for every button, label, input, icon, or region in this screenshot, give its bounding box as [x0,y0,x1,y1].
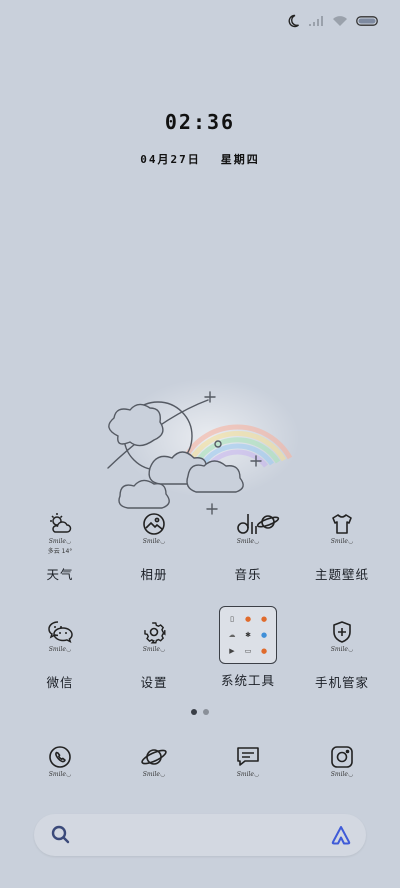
app-gallery[interactable]: Smile◡ 相册 [109,510,199,583]
app-label: 微信 [46,675,74,690]
icon-caption: Smile◡ [330,646,354,653]
weather-icon [50,513,72,533]
shield-icon [333,621,351,643]
wechat-icon [48,621,73,643]
app-mini-icon: ▯ [230,615,234,623]
icon-caption: Smile◡ [330,771,354,778]
app-mini-icon: ✱ [245,631,251,639]
app-mini-icon: ▶ [229,647,235,655]
status-bar [286,14,378,28]
planet-icon [141,749,167,765]
search-bar[interactable] [34,814,366,856]
dock-camera[interactable]: Smile◡ [312,745,372,778]
folder-icon: ▯ ● ● ☁ ✱ ● ▶ ▭ ● [219,606,277,664]
app-label: 设置 [140,675,168,690]
battery-icon [356,16,378,26]
icon-caption: Smile◡ [142,538,166,545]
wallpaper-illustration [107,378,300,515]
folder-system-tools[interactable]: ▯ ● ● ☁ ✱ ● ▶ ▭ ● 系统工具 [203,606,293,689]
app-mini-icon: ● [260,647,268,655]
page-dot-active[interactable] [191,709,197,715]
app-mini-icon: ▭ [244,647,252,655]
phone-icon [49,746,71,768]
date-text: 04月27日 [140,153,201,166]
page-indicator[interactable] [0,709,400,715]
weather-mini-text: 多云 14° [47,548,73,555]
icon-caption: Smile◡ [236,538,260,545]
icon-caption: Smile◡ [48,771,72,778]
camera-icon [331,746,353,768]
moon-icon [288,14,299,28]
icon-caption: Smile◡ [48,538,72,545]
app-mini-icon: ● [244,615,252,623]
app-label: 音乐 [234,567,262,582]
app-phone-manager[interactable]: Smile◡ 手机管家 [297,618,387,691]
icon-caption: Smile◡ [48,646,72,653]
wifi-icon [333,16,347,26]
icon-caption: Smile◡ [236,771,260,778]
icon-caption: Smile◡ [142,771,166,778]
music-icon [237,514,280,534]
tshirt-icon [332,514,352,534]
app-mini-icon: ● [260,631,268,639]
weekday-text: 星期四 [220,153,260,166]
gear-icon [144,622,166,644]
app-label: 天气 [46,567,74,582]
gallery-icon [143,513,165,535]
icon-caption: Smile◡ [142,646,166,653]
app-settings[interactable]: Smile◡ 设置 [109,618,199,691]
date-row: 04月27日 星期四 [0,151,400,167]
app-weather[interactable]: Smile◡ 多云 14° 天气 [15,510,105,583]
clock-time[interactable]: 02:36 [0,110,400,134]
app-mini-icon: ☁ [228,631,236,639]
app-music[interactable]: Smile◡ 音乐 [203,510,293,583]
app-label: 主题壁纸 [314,567,369,582]
ai-assistant-icon[interactable] [330,825,352,845]
dock-browser[interactable]: Smile◡ [124,745,184,778]
search-icon[interactable] [50,824,72,846]
app-label: 相册 [140,567,168,582]
page-dot[interactable] [203,709,209,715]
signal-icon [309,16,323,26]
app-mini-icon: ● [260,615,268,623]
message-icon [237,747,259,766]
app-label: 系统工具 [220,673,275,688]
app-label: 手机管家 [314,675,369,690]
app-wechat[interactable]: Smile◡ 微信 [15,618,105,691]
app-theme[interactable]: Smile◡ 主题壁纸 [297,510,387,583]
icon-caption: Smile◡ [330,538,354,545]
dock-messages[interactable]: Smile◡ [218,745,278,778]
dock-phone[interactable]: Smile◡ [30,745,90,778]
